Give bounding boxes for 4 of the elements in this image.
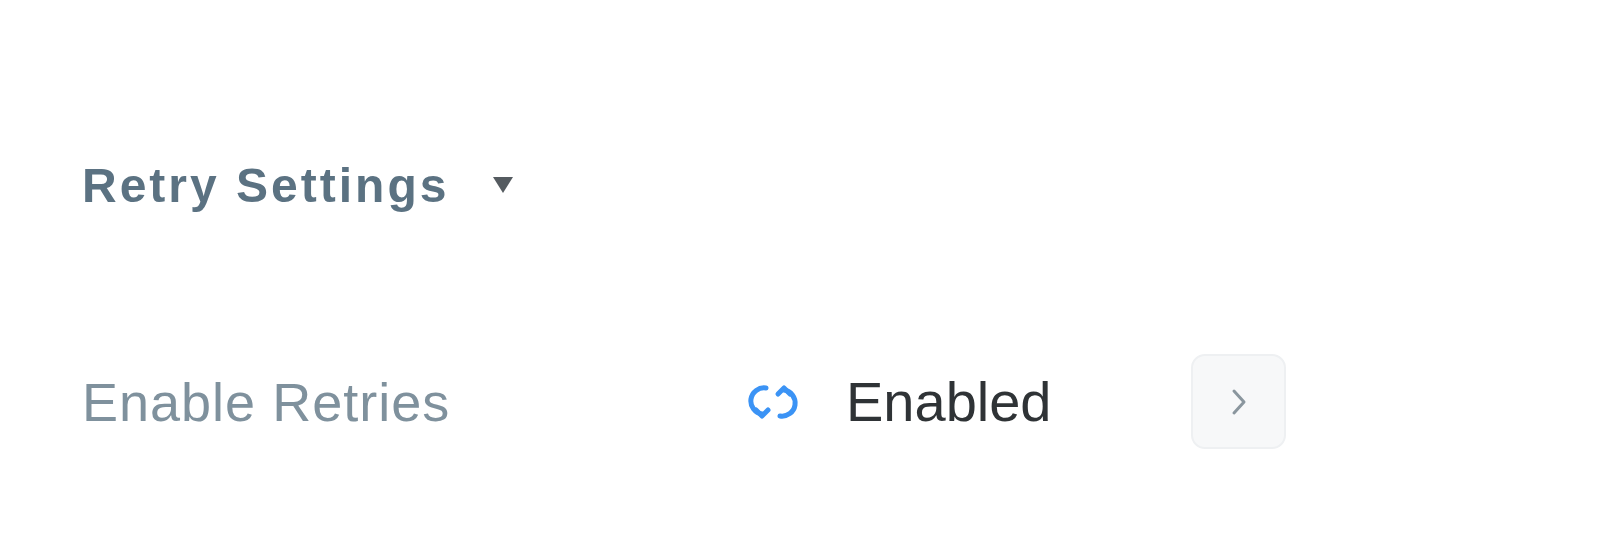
setting-label: Enable Retries	[82, 370, 452, 433]
caret-down-icon[interactable]	[491, 175, 516, 195]
section-title: Retry Settings	[82, 157, 450, 213]
setting-value: Enabled	[846, 369, 1053, 434]
